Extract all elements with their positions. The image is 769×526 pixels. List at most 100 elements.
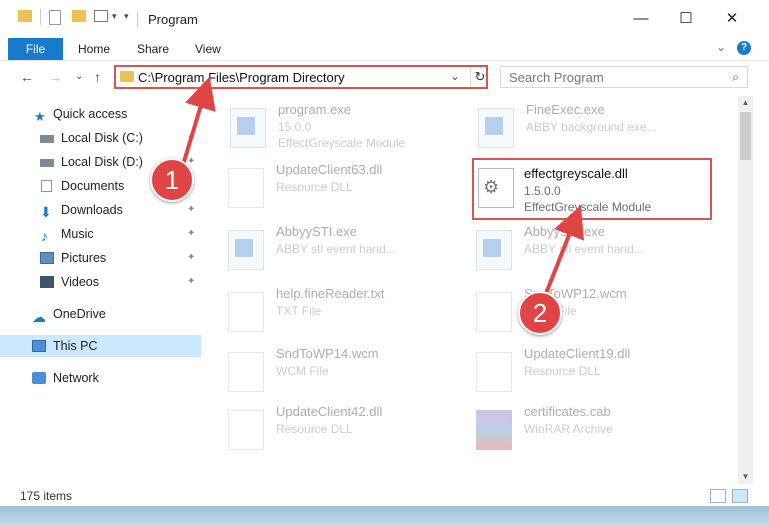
sidebar-item-pictures[interactable]: Pictures ✦ [0,247,201,269]
file-name: AbbyySTI.exe [524,224,605,239]
address-bar[interactable]: C:\Program Files\Program Directory ⌄ ↻ [114,65,488,89]
recent-locations-button[interactable]: ⌄ [75,71,83,82]
address-path[interactable]: C:\Program Files\Program Directory [138,70,345,85]
sidebar-item-label: Pictures [61,251,107,265]
application-icon [228,230,264,270]
file-detail: WinRAR Archive [524,422,613,436]
folder-icon[interactable] [18,10,32,22]
music-icon: ♪ [41,228,48,244]
computer-icon [32,340,46,352]
application-icon [476,230,512,270]
dll-gear-icon [476,352,512,392]
sidebar-item-onedrive[interactable]: ☁ OneDrive [0,303,201,325]
archive-icon [476,410,512,450]
expand-ribbon-icon[interactable]: ⌄ [716,40,726,54]
vertical-scrollbar[interactable]: ▲ ▼ [738,96,753,484]
file-detail: ABBY sti event hand... [276,242,396,256]
maximize-button[interactable]: ☐ [671,8,701,30]
sidebar-item-music[interactable]: ♪ Music ✦ [0,223,201,245]
customize-toolbar-icon[interactable]: ▾ [124,11,129,22]
file-item[interactable]: UpdateClient63.dll Resource DLL [210,162,450,222]
network-icon [32,372,46,384]
pin-icon: ✦ [187,132,196,143]
sidebar-item-quick-access[interactable]: ★ Quick access [0,103,201,125]
close-button[interactable]: ✕ [717,8,747,30]
title-bar: ▾ ▾ Program — ☐ ✕ [0,0,769,38]
file-detail: Resource DLL [276,180,353,194]
folder-icon [120,71,134,82]
file-item[interactable]: AbbyySTI.exe ABBY sti event hand... [210,224,450,284]
file-item[interactable]: FineExec.exe ABBY background exe... [460,102,700,162]
file-item-effectgreyscale[interactable]: ⚙ effectgreyscale.dll 1.5.0.0 EffectGrey… [472,158,712,220]
file-tab[interactable]: File [8,38,63,60]
download-icon: ⬇ [40,204,52,220]
sidebar-item-label: Documents [61,179,125,193]
file-item[interactable]: UpdateClient19.dll Resource DLL [458,346,698,406]
file-item[interactable]: SndToWP14.wcm WCM File [210,346,450,406]
refresh-button[interactable]: ↻ [470,67,489,87]
sidebar-item-videos[interactable]: Videos ✦ [0,271,201,293]
drive-icon [40,135,54,143]
up-button[interactable]: ↑ [94,69,101,85]
sidebar-item-local-disk-c[interactable]: Local Disk (C:) ✦ [0,127,201,149]
navigation-bar: ← → ⌄ ↑ C:\Program Files\Program Directo… [0,61,769,93]
file-item[interactable]: AbbyySTI.exe ABBY sti event hand... [458,224,698,284]
file-item[interactable]: UpdateClient42.dll Resource DLL [210,404,450,464]
sidebar-item-downloads[interactable]: ⬇ Downloads ✦ [0,199,201,221]
sidebar-item-label: Music [61,227,94,241]
desktop-background [0,506,769,526]
details-view-button[interactable] [710,489,726,503]
file-detail: ABBY background exe... [526,120,657,134]
scroll-thumb[interactable] [740,112,751,160]
search-icon: ⌕ [732,70,739,84]
pin-icon: ✦ [187,276,196,287]
help-icon[interactable]: ? [737,41,751,55]
file-item[interactable]: SndToWP12.wcm WCM File [458,286,698,346]
large-icons-view-button[interactable] [732,489,748,503]
sidebar-item-label: Local Disk (D:) [61,155,143,169]
scroll-up-arrow-icon[interactable]: ▲ [740,98,751,107]
scroll-down-arrow-icon[interactable]: ▼ [740,472,751,481]
tab-home[interactable]: Home [78,38,110,60]
documents-icon [41,180,52,192]
chevron-down-icon[interactable]: ▾ [112,11,117,22]
new-folder-icon[interactable] [72,10,86,22]
file-icon [228,352,264,392]
callout-step-2: 2 [518,291,562,335]
chevron-down-icon[interactable]: ⌄ [450,69,460,83]
sidebar-item-label: OneDrive [53,307,106,321]
view-icon[interactable] [94,10,108,22]
sidebar-item-label: Local Disk (C:) [61,131,143,145]
file-item[interactable]: program.exe 15.0.0 EffectGreyscale Modul… [212,102,452,162]
drive-icon [40,159,54,167]
tab-view[interactable]: View [195,38,221,60]
cloud-icon: ☁ [32,309,46,325]
ribbon-tabs: File Home Share View [0,38,769,61]
search-input[interactable]: Search Program [509,70,604,85]
dll-gear-icon [228,410,264,450]
forward-button[interactable]: → [48,69,62,85]
sidebar-item-network[interactable]: Network [0,367,201,389]
file-item[interactable]: certificates.cab WinRAR Archive [458,404,698,464]
file-icon [476,292,512,332]
file-detail: 1.5.0.0 [524,184,561,198]
file-detail: EffectGreyscale Module [278,136,406,150]
file-name: UpdateClient19.dll [524,346,631,361]
file-item[interactable]: help.fineReader.txt TXT File [210,286,450,346]
sidebar-item-this-pc[interactable]: This PC [0,335,201,357]
window-title: Program [148,12,198,27]
file-name: program.exe [278,102,351,117]
file-detail: 15.0.0 [278,120,312,134]
file-name: UpdateClient63.dll [276,162,383,177]
videos-icon [40,276,54,288]
back-button[interactable]: ← [20,69,34,85]
callout-step-1: 1 [150,158,194,202]
sidebar-item-label: Downloads [61,203,123,217]
tab-share[interactable]: Share [137,38,169,60]
search-box[interactable]: Search Program ⌕ [500,66,748,88]
file-name: FineExec.exe [526,102,605,117]
minimize-button[interactable]: — [626,8,656,30]
properties-icon[interactable] [49,10,61,25]
pin-icon: ✦ [187,204,196,215]
sidebar-item-label: This PC [53,339,98,353]
